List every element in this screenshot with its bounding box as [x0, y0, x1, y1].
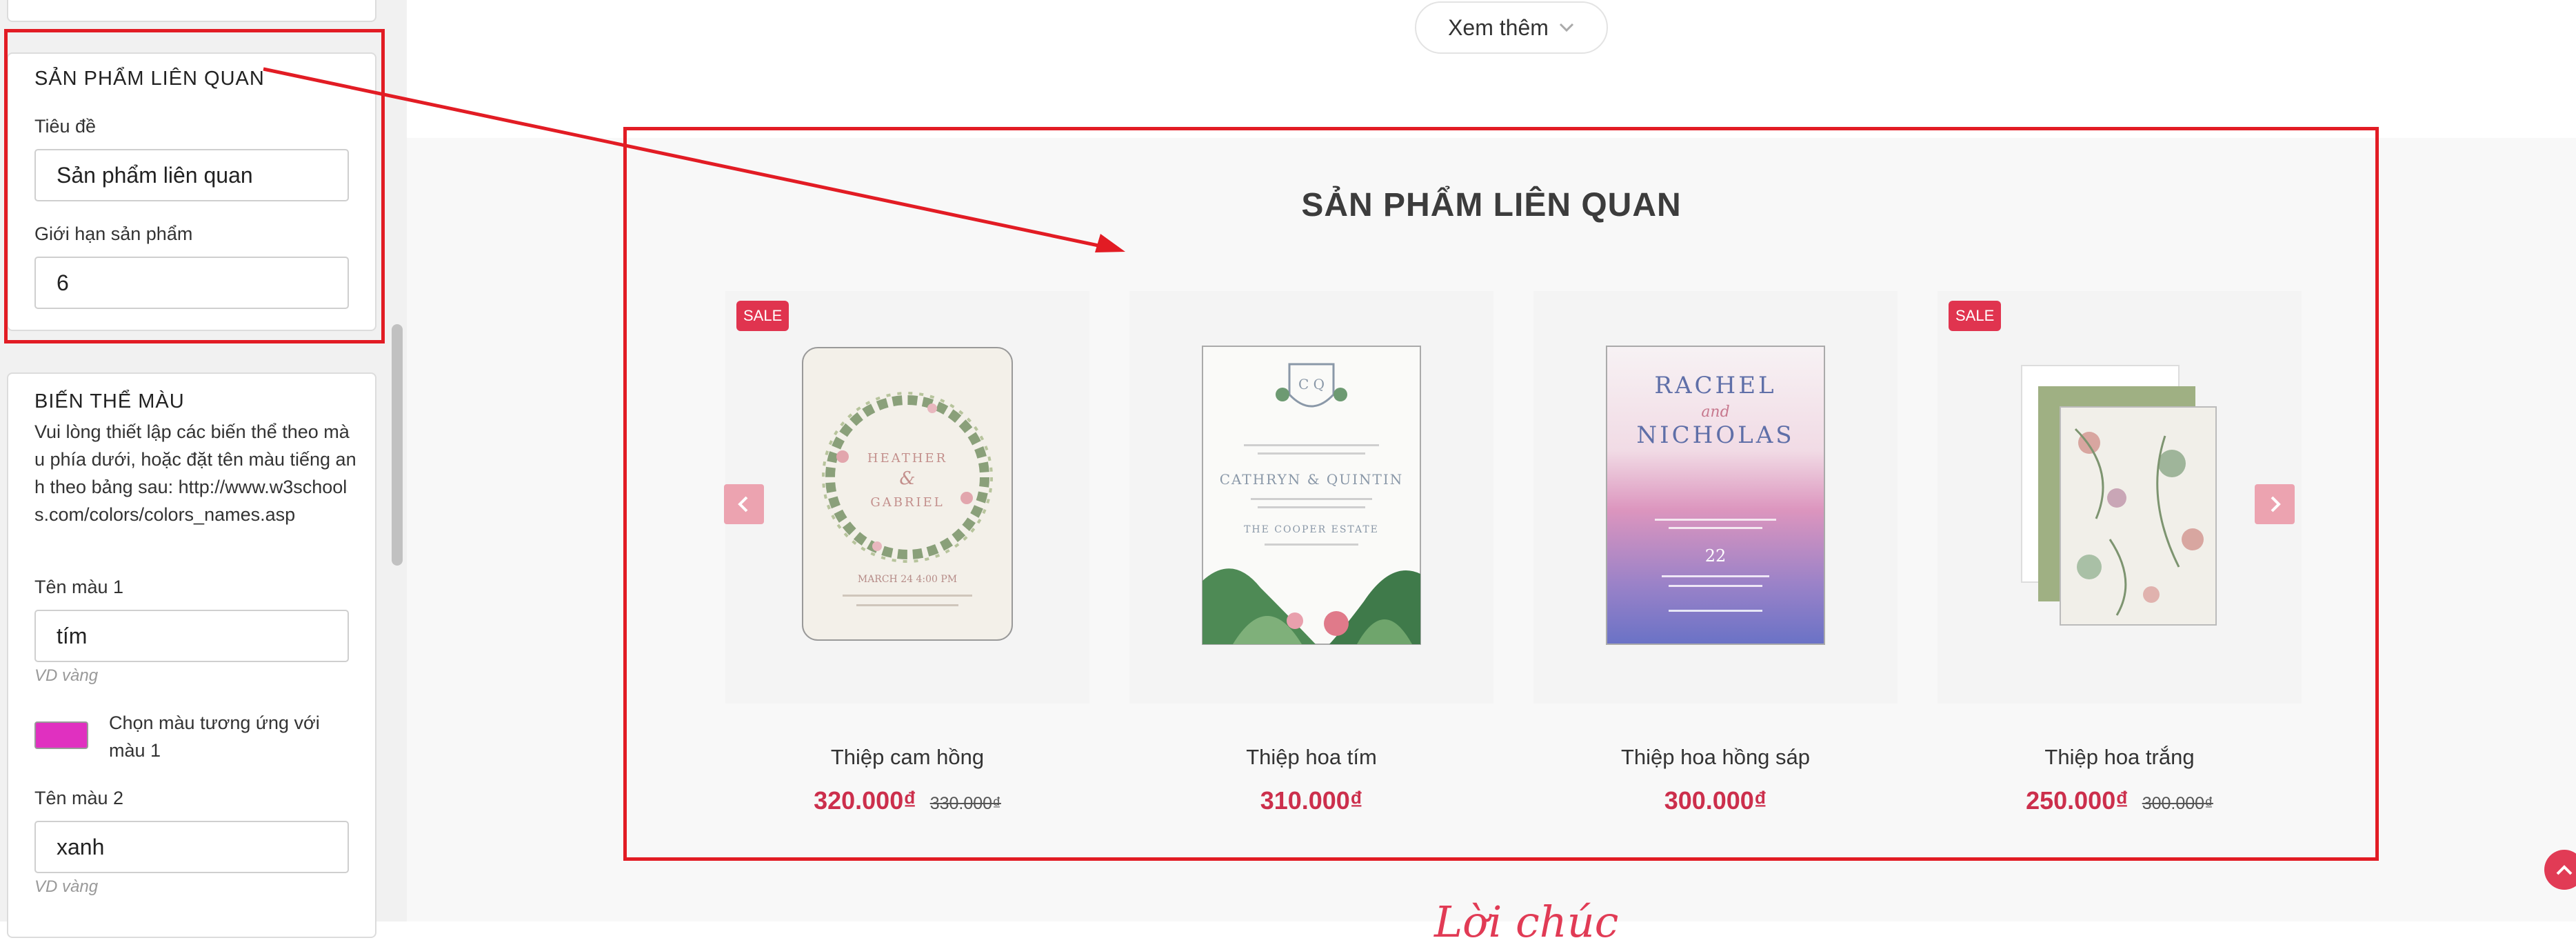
color1-hint: VD vàng [34, 666, 99, 685]
see-more-label: Xem thêm [1448, 14, 1549, 40]
settings-scrollbar-thumb[interactable] [392, 324, 403, 566]
variant-description: Vui lòng thiết lập các biến thể theo màu… [34, 421, 356, 525]
settings-panel: SẢN PHẨM LIÊN QUAN Tiêu đề Giới hạn sản … [0, 0, 407, 938]
color1-label: Tên màu 1 [34, 577, 124, 597]
color-variant-settings: BIẾN THỂ MÀU Vui lòng thiết lập các biến… [7, 372, 376, 938]
store-preview: Xem thêm SẢN PHẨM LIÊN QUAN HEATHER & GA… [407, 0, 2576, 947]
settings-card-previous [7, 0, 376, 22]
next-section-heading: Lời chúc [1434, 897, 1619, 947]
see-more-button[interactable]: Xem thêm [1415, 1, 1608, 54]
color1-input[interactable] [34, 610, 349, 662]
color1-picker-label: Chọn màu tương ứng với màu 1 [109, 712, 320, 761]
color2-input[interactable] [34, 821, 349, 873]
color2-label: Tên màu 2 [34, 788, 124, 808]
annotation-box-settings [4, 29, 385, 343]
color1-swatch[interactable] [34, 721, 88, 749]
annotation-box-preview [623, 127, 2379, 861]
chevron-up-icon [2556, 865, 2573, 875]
color2-hint: VD vàng [34, 877, 99, 896]
variant-section-title: BIẾN THỂ MÀU [34, 390, 185, 412]
chevron-down-icon [1559, 23, 1573, 32]
